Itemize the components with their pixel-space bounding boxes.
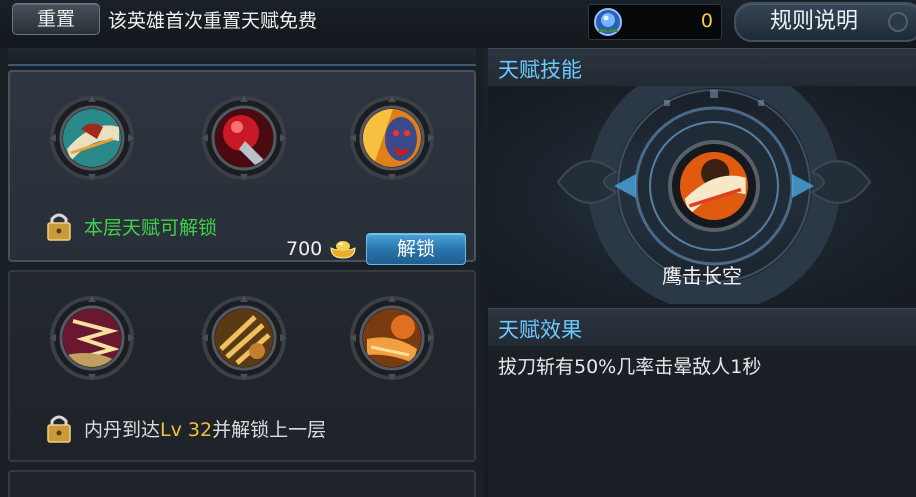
unlock-status-text: 本层天赋可解锁: [84, 216, 218, 239]
unlock-cost: 700: [286, 238, 323, 260]
unlock-condition-row: 内丹到达Lv 32并解锁上一层: [44, 410, 326, 446]
effect-section-header: 天赋效果: [488, 308, 916, 346]
currency-value: 0: [700, 10, 713, 32]
golden-claw-skill-icon: [215, 309, 273, 367]
currency-display: 0: [588, 4, 722, 40]
lightning-strike-skill-icon: [63, 309, 121, 367]
skill-section-header: 天赋技能: [488, 48, 916, 86]
reset-button[interactable]: 重置: [12, 3, 100, 35]
blade-slash-skill-icon: [63, 109, 121, 167]
skill-slot[interactable]: [346, 92, 438, 184]
selected-skill-stage: 鹰击长空: [488, 86, 916, 304]
blade-slash-skill-icon: [680, 152, 748, 220]
skill-slot[interactable]: [346, 292, 438, 384]
effect-section-title: 天赋效果: [498, 318, 582, 342]
rules-button-label: 规则说明: [770, 9, 859, 34]
skill-section-title: 天赋技能: [498, 58, 582, 82]
talent-tier-locked: 内丹到达Lv 32并解锁上一层: [8, 270, 476, 462]
condition-prefix: 内丹到达: [84, 418, 161, 441]
talent-tier-list[interactable]: 本层天赋可解锁 700 解锁 内丹到达Lv 32并解锁上一层: [0, 48, 484, 497]
top-bar: 重置 该英雄首次重置天赋免费 0 规则说明: [0, 0, 916, 48]
talent-tier-next: [8, 470, 476, 497]
talent-tier-unlockable: 本层天赋可解锁 700 解锁: [8, 70, 476, 265]
skill-slot[interactable]: [46, 292, 138, 384]
skill-slot[interactable]: [46, 92, 138, 184]
gold-ingot-icon: [330, 241, 356, 259]
fire-fist-skill-icon: [363, 309, 421, 367]
knob-icon: [888, 12, 908, 32]
unlock-button[interactable]: 解锁: [366, 233, 466, 265]
rules-button[interactable]: 规则说明: [734, 2, 916, 42]
padlock-icon: [47, 415, 71, 443]
talent-screen: 重置 该英雄首次重置天赋免费 0 规则说明 本层天赋可解锁 700 解锁 内丹到…: [0, 0, 916, 497]
blue-crystal-icon: [594, 8, 622, 36]
previous-tier-edge: [8, 48, 476, 66]
crimson-gauntlet-skill-icon: [215, 109, 273, 167]
talent-detail-panel: 天赋技能 鹰击长空 天赋效果 拔刀斩有50%几率击晕敌人1秒: [488, 48, 916, 497]
skill-slot[interactable]: [198, 92, 290, 184]
selected-skill-name: 鹰击长空: [662, 264, 742, 288]
skill-slot[interactable]: [198, 292, 290, 384]
unlock-status-row: 本层天赋可解锁: [44, 208, 217, 244]
reset-free-note: 该英雄首次重置天赋免费: [108, 10, 318, 32]
condition-level: Lv 32: [160, 418, 213, 441]
padlock-icon: [47, 213, 71, 241]
condition-suffix: 并解锁上一层: [212, 418, 327, 441]
effect-description: 拔刀斩有50%几率击晕敌人1秒: [498, 356, 762, 378]
unlock-condition-text: 内丹到达Lv 32并解锁上一层: [84, 415, 326, 442]
demon-face-skill-icon: [363, 109, 421, 167]
